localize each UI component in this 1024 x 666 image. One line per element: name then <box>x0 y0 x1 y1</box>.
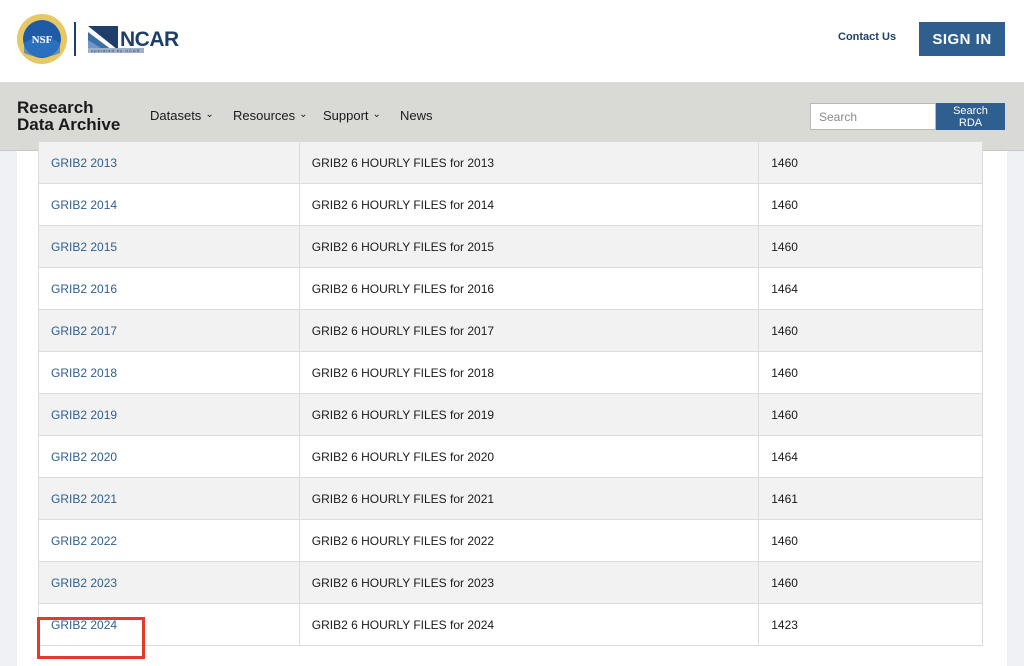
cell-count: 1460 <box>758 183 983 226</box>
cell-count: 1460 <box>758 351 983 394</box>
nav-datasets-label: Datasets <box>150 108 202 123</box>
nav-datasets[interactable]: Datasets ⌄ <box>150 108 214 123</box>
cell-name: GRIB2 2013 <box>38 141 300 184</box>
brand-line-2: Data Archive <box>17 115 121 134</box>
dataset-link[interactable]: GRIB2 2016 <box>51 282 117 296</box>
cell-description: GRIB2 6 HOURLY FILES for 2014 <box>298 183 760 226</box>
cell-name: GRIB2 2020 <box>38 435 300 478</box>
brand-line-1: Research <box>17 98 94 117</box>
dataset-link[interactable]: GRIB2 2018 <box>51 366 117 380</box>
cell-count: 1423 <box>758 603 983 646</box>
cell-name: GRIB2 2024 <box>38 603 300 646</box>
table-row: GRIB2 2014 GRIB2 6 HOURLY FILES for 2014 1… <box>38 183 983 226</box>
cell-description: GRIB2 6 HOURLY FILES for 2019 <box>298 393 760 436</box>
cell-description: GRIB2 6 HOURLY FILES for 2023 <box>298 561 760 604</box>
table-row: GRIB2 2015 GRIB2 6 HOURLY FILES for 2015 1… <box>38 225 983 268</box>
dataset-files-table: GRIB2 2013 GRIB2 6 HOURLY FILES for 2013 1… <box>38 141 983 646</box>
table-row: GRIB2 2018 GRIB2 6 HOURLY FILES for 2018 1… <box>38 351 983 394</box>
cell-description: GRIB2 6 HOURLY FILES for 2017 <box>298 309 760 352</box>
dataset-link[interactable]: GRIB2 2017 <box>51 324 117 338</box>
dataset-link[interactable]: GRIB2 2024 <box>51 618 117 632</box>
search-input[interactable] <box>810 103 936 130</box>
cell-count: 1460 <box>758 141 983 184</box>
dataset-link[interactable]: GRIB2 2023 <box>51 576 117 590</box>
cell-count: 1460 <box>758 225 983 268</box>
nav-resources[interactable]: Resources ⌄ <box>233 108 308 123</box>
dataset-link[interactable]: GRIB2 2022 <box>51 534 117 548</box>
dataset-link[interactable]: GRIB2 2019 <box>51 408 117 422</box>
search-rda-button[interactable]: Search RDA <box>936 103 1005 130</box>
nav-resources-label: Resources <box>233 108 296 123</box>
chevron-down-icon: ⌄ <box>299 109 308 120</box>
table-row: GRIB2 2013 GRIB2 6 HOURLY FILES for 2013 1… <box>38 141 983 184</box>
dataset-link[interactable]: GRIB2 2013 <box>51 156 117 170</box>
cell-name: GRIB2 2018 <box>38 351 300 394</box>
chevron-down-icon: ⌄ <box>205 109 214 120</box>
cell-description: GRIB2 6 HOURLY FILES for 2013 <box>298 141 760 184</box>
dataset-link[interactable]: GRIB2 2021 <box>51 492 117 506</box>
cell-description: GRIB2 6 HOURLY FILES for 2018 <box>298 351 760 394</box>
cell-name: GRIB2 2016 <box>38 267 300 310</box>
ncar-logo-subtext: operated by UCAR <box>88 48 144 53</box>
cell-count: 1460 <box>758 309 983 352</box>
cell-description: GRIB2 6 HOURLY FILES for 2016 <box>298 267 760 310</box>
site-brand[interactable]: Research Data Archive <box>17 99 120 133</box>
cell-name: GRIB2 2014 <box>38 183 300 226</box>
cell-name: GRIB2 2022 <box>38 519 300 562</box>
cell-count: 1460 <box>758 519 983 562</box>
chevron-down-icon: ⌄ <box>372 109 381 120</box>
cell-count: 1464 <box>758 435 983 478</box>
table-row: GRIB2 2024 GRIB2 6 HOURLY FILES for 2024 1… <box>38 603 983 646</box>
nav-news-label: News <box>400 108 433 123</box>
nav-support-label: Support <box>323 108 369 123</box>
cell-count: 1460 <box>758 561 983 604</box>
cell-description: GRIB2 6 HOURLY FILES for 2021 <box>298 477 760 520</box>
sign-in-button[interactable]: SIGN IN <box>919 22 1005 56</box>
nav-news[interactable]: News <box>400 108 433 123</box>
cell-name: GRIB2 2017 <box>38 309 300 352</box>
svg-text:NSF: NSF <box>32 34 53 46</box>
table-row: GRIB2 2020 GRIB2 6 HOURLY FILES for 2020 1… <box>38 435 983 478</box>
dataset-link[interactable]: GRIB2 2020 <box>51 450 117 464</box>
table-row: GRIB2 2017 GRIB2 6 HOURLY FILES for 2017 1… <box>38 309 983 352</box>
nsf-logo[interactable]: NSF <box>16 13 68 65</box>
top-header: NSF NCAR operated by UCAR Contact Us SIG… <box>0 0 1024 82</box>
table-row: GRIB2 2016 GRIB2 6 HOURLY FILES for 2016 1… <box>38 267 983 310</box>
logo-divider <box>74 22 76 56</box>
contact-us-link[interactable]: Contact Us <box>838 31 896 43</box>
cell-count: 1461 <box>758 477 983 520</box>
cell-name: GRIB2 2019 <box>38 393 300 436</box>
table-row: GRIB2 2019 GRIB2 6 HOURLY FILES for 2019 1… <box>38 393 983 436</box>
cell-description: GRIB2 6 HOURLY FILES for 2020 <box>298 435 760 478</box>
cell-name: GRIB2 2015 <box>38 225 300 268</box>
table-row: GRIB2 2023 GRIB2 6 HOURLY FILES for 2023 1… <box>38 561 983 604</box>
nav-support[interactable]: Support ⌄ <box>323 108 381 123</box>
dataset-link[interactable]: GRIB2 2014 <box>51 198 117 212</box>
table-row: GRIB2 2021 GRIB2 6 HOURLY FILES for 2021 1… <box>38 477 983 520</box>
cell-description: GRIB2 6 HOURLY FILES for 2024 <box>298 603 760 646</box>
cell-name: GRIB2 2021 <box>38 477 300 520</box>
cell-count: 1464 <box>758 267 983 310</box>
cell-name: GRIB2 2023 <box>38 561 300 604</box>
cell-description: GRIB2 6 HOURLY FILES for 2022 <box>298 519 760 562</box>
cell-count: 1460 <box>758 393 983 436</box>
table-row: GRIB2 2022 GRIB2 6 HOURLY FILES for 2022 1… <box>38 519 983 562</box>
dataset-link[interactable]: GRIB2 2015 <box>51 240 117 254</box>
cell-description: GRIB2 6 HOURLY FILES for 2015 <box>298 225 760 268</box>
